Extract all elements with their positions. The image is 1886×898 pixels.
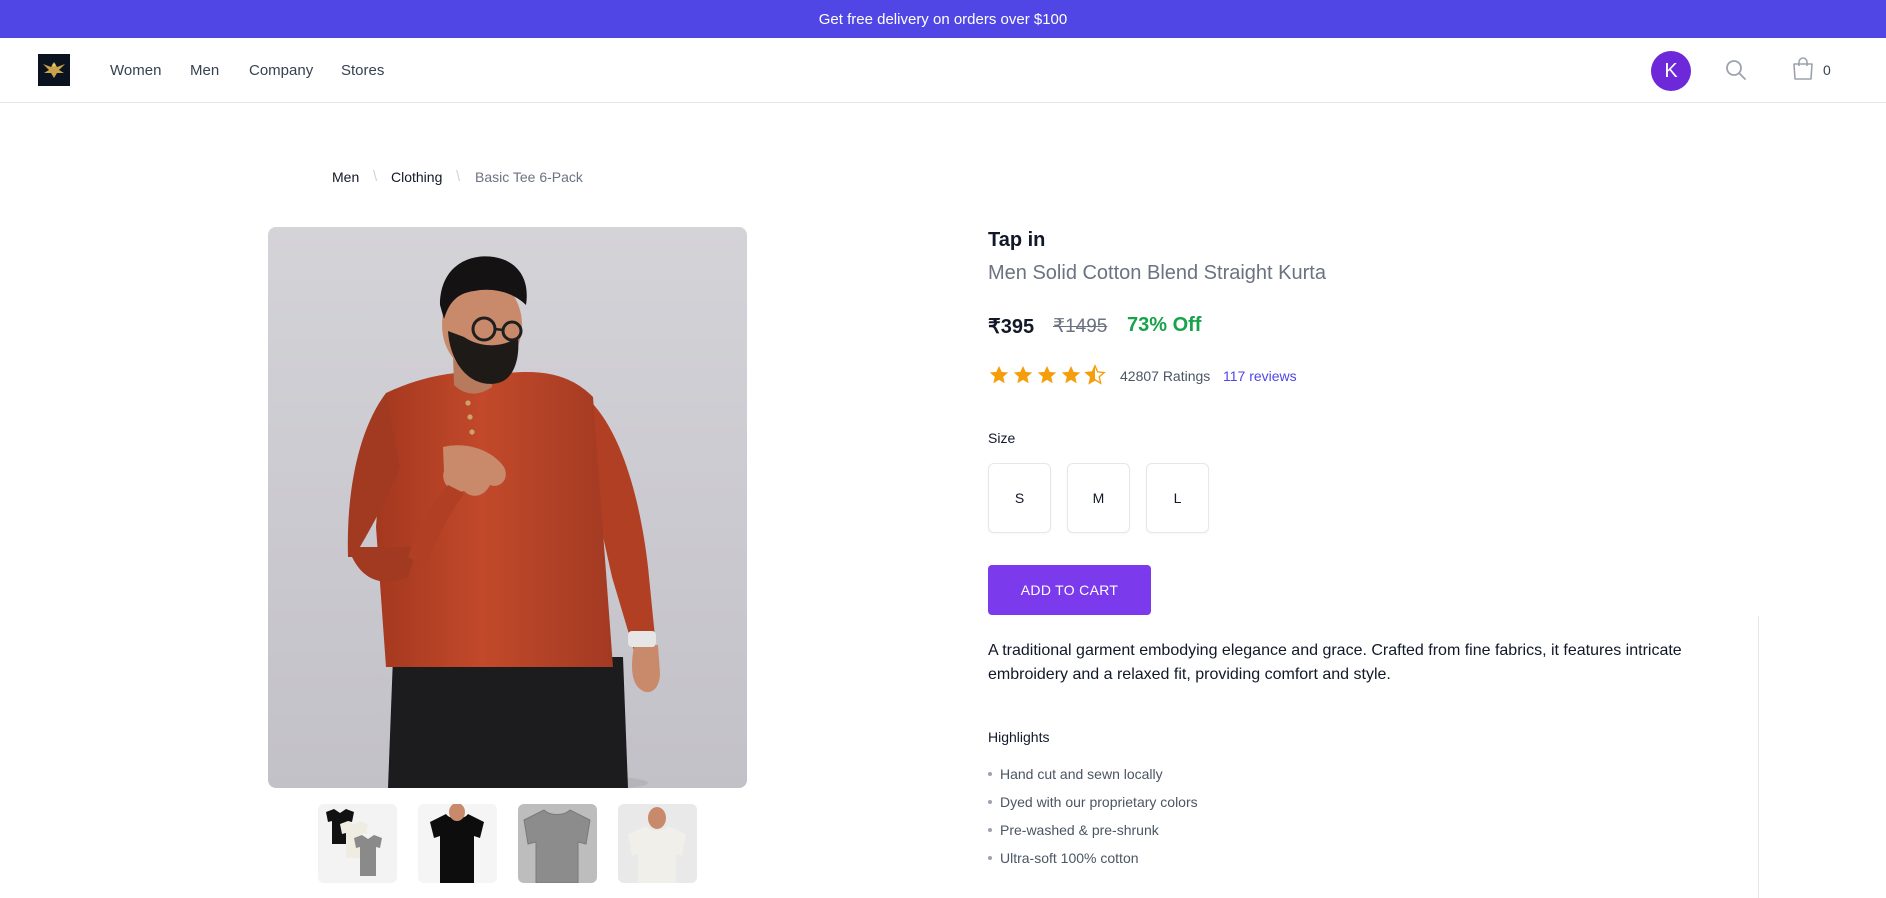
thumbnail-white-tee[interactable] [618, 804, 697, 883]
thumbnail-tee-pack[interactable] [318, 804, 397, 883]
product-price: ₹395 [988, 316, 1035, 338]
bullet-icon [988, 772, 992, 777]
highlight-item: Ultra-soft 100% cotton [988, 850, 1139, 866]
thumbnail-image [618, 804, 697, 883]
star-icon [1061, 365, 1081, 384]
reviews-link[interactable]: 117 reviews [1223, 368, 1297, 384]
half-star-icon [1084, 364, 1106, 385]
section-divider [1758, 616, 1759, 898]
ratings-count: 42807 Ratings [1120, 368, 1211, 384]
nav-link-women[interactable]: Women [110, 62, 161, 79]
star-icon [1037, 365, 1057, 384]
breadcrumb-current: Basic Tee 6-Pack [475, 169, 583, 185]
star-icon [1013, 365, 1033, 384]
promo-banner: Get free delivery on orders over $100 [0, 0, 1886, 38]
highlight-item: Pre-washed & pre-shrunk [988, 822, 1159, 838]
thumbnail-image [518, 804, 597, 883]
thumbnail-image [418, 804, 497, 883]
nav-link-stores[interactable]: Stores [341, 62, 384, 79]
highlight-item: Dyed with our proprietary colors [988, 794, 1198, 810]
star-icon [989, 365, 1009, 384]
original-price: ₹1495 [1053, 316, 1108, 337]
nav-link-men[interactable]: Men [190, 62, 219, 79]
highlight-text: Pre-washed & pre-shrunk [1000, 822, 1159, 838]
thumbnail-grey-tee[interactable] [518, 804, 597, 883]
size-label: Size [988, 430, 1016, 446]
shopping-bag-icon[interactable] [1792, 57, 1814, 81]
brand-logo[interactable] [38, 54, 70, 86]
thumbnail-black-tee[interactable] [418, 804, 497, 883]
star-rating [988, 364, 1106, 386]
bullet-icon [988, 828, 992, 833]
highlights-heading: Highlights [988, 729, 1050, 745]
thumbnail-image [318, 804, 397, 883]
nav-link-company[interactable]: Company [249, 62, 313, 79]
eagle-logo-icon [43, 62, 65, 78]
breadcrumb-separator: \ [456, 168, 461, 185]
search-icon[interactable] [1724, 58, 1748, 82]
bullet-icon [988, 800, 992, 805]
product-photo [347, 256, 660, 788]
product-brand: Tap in [988, 229, 1046, 251]
add-to-cart-button[interactable]: ADD TO CART [988, 565, 1151, 615]
highlight-text: Ultra-soft 100% cotton [1000, 850, 1139, 866]
breadcrumb-separator: \ [373, 168, 378, 185]
breadcrumb-men[interactable]: Men [332, 169, 359, 185]
highlight-text: Hand cut and sewn locally [1000, 766, 1163, 782]
bullet-icon [988, 856, 992, 861]
product-main-image[interactable] [268, 227, 747, 788]
promo-banner-text: Get free delivery on orders over $100 [818, 10, 1068, 28]
size-option-s[interactable]: S [988, 463, 1051, 533]
cart-count[interactable]: 0 [1823, 62, 1831, 78]
avatar-initial: K [1664, 59, 1678, 82]
discount-badge: 73% Off [1127, 314, 1202, 336]
size-option-m[interactable]: M [1067, 463, 1130, 533]
highlight-text: Dyed with our proprietary colors [1000, 794, 1198, 810]
product-title: Men Solid Cotton Blend Straight Kurta [988, 262, 1326, 284]
navbar: Women Men Company Stores K 0 [0, 38, 1886, 103]
highlight-item: Hand cut and sewn locally [988, 766, 1163, 782]
user-avatar[interactable]: K [1651, 51, 1691, 91]
breadcrumb-clothing[interactable]: Clothing [391, 169, 442, 185]
size-option-l[interactable]: L [1146, 463, 1209, 533]
product-description: A traditional garment embodying elegance… [988, 642, 1682, 683]
